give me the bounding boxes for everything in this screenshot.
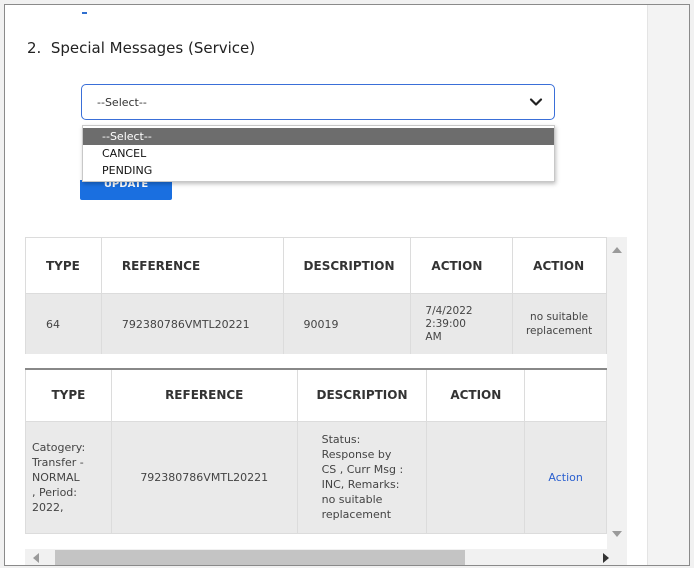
- desc-line: CS , Curr Msg :: [321, 463, 404, 476]
- col-description: DESCRIPTION: [282, 237, 412, 294]
- detail-header-row: TYPE REFERENCE DESCRIPTION ACTION: [25, 368, 607, 422]
- scroll-down-icon[interactable]: [612, 531, 622, 537]
- col-reference: REFERENCE: [100, 237, 284, 294]
- detail-cell-description: Status: Response by CS , Curr Msg : INC,…: [296, 420, 428, 534]
- select-value: --Select--: [97, 96, 147, 109]
- action-ampm: AM: [425, 330, 442, 343]
- messages-grid: TYPE REFERENCE DESCRIPTION ACTION ACTION…: [25, 237, 627, 549]
- horizontal-scroll-thumb[interactable]: [55, 550, 465, 565]
- update-button[interactable]: UPDATE: [80, 180, 172, 200]
- table-row: Catogery: Transfer - NORMAL , Period: 20…: [25, 420, 607, 534]
- option-select[interactable]: --Select--: [83, 128, 554, 145]
- scroll-up-icon[interactable]: [612, 247, 622, 253]
- type-line: Transfer -: [32, 455, 84, 469]
- detail-col-action: ACTION: [426, 368, 526, 422]
- scroll-right-icon[interactable]: [603, 553, 609, 563]
- action-date: 7/4/2022: [425, 304, 473, 317]
- type-line: Catogery:: [32, 440, 86, 454]
- cell-reference: 792380786VMTL20221: [100, 293, 284, 355]
- type-line: , Period:: [32, 485, 77, 499]
- section-number: 2.: [27, 39, 42, 57]
- detail-cell-reference: 792380786VMTL20221: [110, 420, 298, 534]
- message-detail-table: TYPE REFERENCE DESCRIPTION ACTION Catoge…: [25, 368, 607, 534]
- col-action-2: ACTION: [512, 237, 607, 294]
- section-title-text: Special Messages (Service): [50, 39, 256, 57]
- cell-type: 64: [25, 293, 102, 355]
- special-message-select[interactable]: --Select--: [81, 84, 555, 120]
- desc-line: replacement: [321, 508, 392, 521]
- horizontal-scrollbar[interactable]: [25, 549, 627, 565]
- detail-cell-action-empty: [426, 420, 526, 534]
- option-pending[interactable]: PENDING: [83, 162, 554, 179]
- desc-line: no suitable: [321, 493, 383, 506]
- messages-table: TYPE REFERENCE DESCRIPTION ACTION ACTION…: [25, 237, 607, 355]
- table-row: 64 792380786VMTL20221 90019 7/4/2022 2:3…: [25, 293, 607, 355]
- table-separator: [25, 354, 607, 368]
- detail-cell-action: Action: [524, 420, 607, 534]
- action-time: 2:39:00: [425, 317, 466, 330]
- chevron-down-icon: [529, 98, 543, 106]
- right-gutter: [647, 5, 689, 565]
- col-type: TYPE: [25, 237, 102, 294]
- section-title: 2. Special Messages (Service): [27, 39, 255, 57]
- page-frame: 2. Special Messages (Service) UPDATE --S…: [4, 4, 690, 566]
- detail-col-reference: REFERENCE: [110, 368, 298, 422]
- table-header-row: TYPE REFERENCE DESCRIPTION ACTION ACTION: [25, 237, 607, 294]
- select-dropdown-list: --Select-- CANCEL PENDING: [82, 125, 555, 182]
- vertical-scrollbar[interactable]: [607, 237, 627, 549]
- detail-col-type: TYPE: [25, 368, 112, 422]
- desc-line: Status:: [321, 433, 361, 446]
- cell-action-remark: no suitable replacement: [512, 293, 607, 355]
- top-marker: [82, 12, 87, 14]
- desc-line: INC, Remarks:: [321, 478, 400, 491]
- scroll-left-icon[interactable]: [33, 553, 39, 563]
- type-line: NORMAL: [32, 470, 80, 484]
- cell-action-datetime: 7/4/2022 2:39:00 AM: [410, 293, 514, 355]
- col-action: ACTION: [410, 237, 514, 294]
- type-line: 2022,: [32, 500, 64, 514]
- cell-description: 90019: [282, 293, 412, 355]
- action-remark-line2: replacement: [525, 325, 593, 337]
- option-cancel[interactable]: CANCEL: [83, 145, 554, 162]
- action-link[interactable]: Action: [548, 471, 582, 484]
- action-remark-line1: no suitable: [530, 311, 589, 323]
- detail-col-description: DESCRIPTION: [296, 368, 428, 422]
- detail-col-extra: [524, 368, 607, 422]
- detail-cell-type: Catogery: Transfer - NORMAL , Period: 20…: [25, 420, 112, 534]
- desc-line: Response by: [321, 448, 392, 461]
